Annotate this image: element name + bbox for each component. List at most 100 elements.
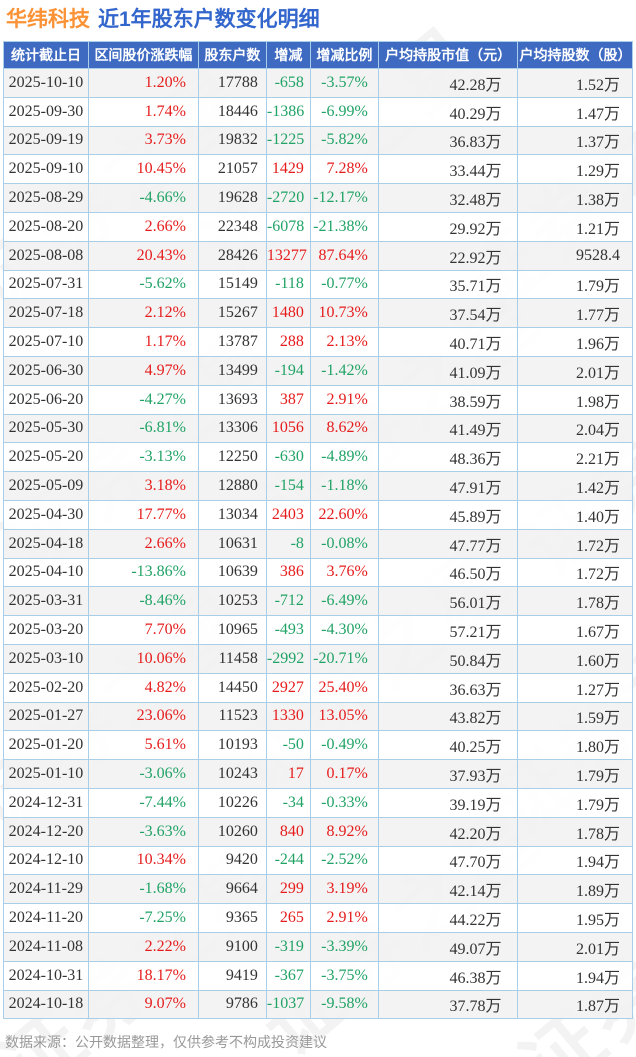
cell-holders: 11523 (197, 701, 267, 732)
table-header: 统计截止日 区间股价涨跌幅 股东户数 增减 增减比例 户均持股市值（元） 户均持股数（股） (3, 41, 633, 69)
cell-avg-market-value: 22.92万 (377, 240, 519, 271)
cell-holders: 19832 (197, 125, 267, 156)
table-row: 2024-11-29 -1.68% 9664 299 3.19% 42.14万 1.89万 (3, 874, 633, 905)
cell-price-change: 3.18% (87, 471, 199, 501)
table-row: 2025-09-30 1.74% 18446 -1386 -6.99% 40.29万 1.4… (3, 96, 633, 127)
cell-price-change: 1.17% (87, 327, 199, 357)
table-row: 2025-07-31 -5.62% 15149 -118 -0.77% 35.71万 1.7… (3, 269, 633, 300)
cell-price-change: -1.68% (87, 874, 199, 905)
column-header-avg-market-value: 户均持股市值（元） (377, 41, 519, 69)
cell-date: 2024-10-18 (3, 989, 89, 1020)
table-row: 2024-10-18 9.07% 9786 -1037 -9.58% 37.78万 1.87… (3, 989, 633, 1020)
cell-change: -2992 (265, 643, 311, 674)
cell-holders: 9365 (197, 903, 267, 933)
table-row: 2025-03-31 -8.46% 10253 -712 -6.49% 56.01万 1.7… (3, 586, 633, 617)
cell-avg-market-value: 42.20万 (377, 816, 519, 847)
cell-change: 17 (265, 759, 311, 789)
cell-change-ratio: -21.38% (309, 211, 379, 242)
table-row: 2025-01-27 23.06% 11523 1330 13.05% 43.82万 1.5… (3, 701, 633, 732)
cell-change-ratio: 2.91% (309, 903, 379, 933)
cell-avg-shares: 1.72万 (517, 557, 633, 588)
table-row: 2025-07-18 2.12% 15267 1480 10.73% 37.54万 1.77… (3, 298, 633, 329)
cell-price-change: -4.27% (87, 384, 199, 415)
cell-change: -712 (265, 586, 311, 617)
cell-change: 386 (265, 557, 311, 588)
cell-price-change: 3.73% (87, 125, 199, 156)
cell-date: 2025-05-30 (3, 413, 89, 444)
table-row: 2025-03-20 7.70% 10965 -493 -4.30% 57.21万 1.67… (3, 615, 633, 645)
cell-holders: 11458 (197, 643, 267, 674)
cell-price-change: 23.06% (87, 701, 199, 732)
cell-change: -154 (265, 471, 311, 501)
table-row: 2025-04-10 -13.86% 10639 386 3.76% 46.50万 1.72… (3, 557, 633, 588)
cell-avg-shares: 1.94万 (517, 960, 633, 991)
cell-change-ratio: 13.05% (309, 701, 379, 732)
cell-date: 2025-06-30 (3, 355, 89, 386)
cell-change-ratio: -3.75% (309, 960, 379, 991)
cell-avg-shares: 2.01万 (517, 931, 633, 962)
cell-date: 2025-05-09 (3, 471, 89, 501)
cell-holders: 12250 (197, 442, 267, 473)
cell-holders: 12880 (197, 471, 267, 501)
table-row: 2025-03-10 10.06% 11458 -2992 -20.71% 50.84万 1… (3, 643, 633, 674)
cell-date: 2025-10-10 (3, 68, 89, 98)
cell-price-change: -7.44% (87, 787, 199, 818)
cell-change-ratio: 2.13% (309, 327, 379, 357)
cell-date: 2025-07-18 (3, 298, 89, 329)
cell-holders: 22348 (197, 211, 267, 242)
cell-change-ratio: -12.17% (309, 183, 379, 213)
cell-price-change: 18.17% (87, 960, 199, 991)
cell-avg-market-value: 47.77万 (377, 528, 519, 559)
cell-change-ratio: 0.17% (309, 759, 379, 789)
table-row: 2025-02-20 4.82% 14450 2927 25.40% 36.63万 1.27… (3, 672, 633, 703)
cell-date: 2025-01-20 (3, 730, 89, 761)
page-title: 华纬科技 近1年股东户数变化明细 (0, 0, 636, 41)
cell-price-change: 4.97% (87, 355, 199, 386)
column-header-holders: 股东户数 (197, 41, 267, 69)
cell-date: 2025-03-10 (3, 643, 89, 674)
cell-change-ratio: 22.60% (309, 499, 379, 530)
cell-date: 2024-12-31 (3, 787, 89, 818)
cell-change-ratio: 8.62% (309, 413, 379, 444)
table-row: 2025-05-20 -3.13% 12250 -630 -4.89% 48.36万 2.2… (3, 442, 633, 473)
cell-change-ratio: -0.49% (309, 730, 379, 761)
cell-change-ratio: 7.28% (309, 154, 379, 185)
cell-holders: 21057 (197, 154, 267, 185)
column-header-change: 增减 (265, 41, 311, 69)
cell-price-change: 1.74% (87, 96, 199, 127)
cell-avg-shares: 1.95万 (517, 903, 633, 933)
cell-avg-shares: 1.21万 (517, 211, 633, 242)
cell-holders: 10260 (197, 816, 267, 847)
cell-change: -2720 (265, 183, 311, 213)
cell-change-ratio: -1.18% (309, 471, 379, 501)
table-row: 2025-06-30 4.97% 13499 -194 -1.42% 41.09万 2.01… (3, 355, 633, 386)
cell-date: 2024-12-20 (3, 816, 89, 847)
cell-date: 2025-07-31 (3, 269, 89, 300)
cell-change: -6078 (265, 211, 311, 242)
cell-date: 2024-10-31 (3, 960, 89, 991)
table-row: 2025-05-09 3.18% 12880 -154 -1.18% 47.91万 1.42… (3, 471, 633, 501)
cell-date: 2024-11-08 (3, 931, 89, 962)
cell-date: 2025-09-10 (3, 154, 89, 185)
cell-avg-shares: 1.37万 (517, 125, 633, 156)
cell-date: 2025-04-18 (3, 528, 89, 559)
cell-change: -1225 (265, 125, 311, 156)
cell-price-change: 20.43% (87, 240, 199, 271)
cell-change: 265 (265, 903, 311, 933)
data-source-note: 数据来源：公开数据整理，仅供参考不构成投资建议 (5, 1034, 327, 1051)
cell-price-change: 10.06% (87, 643, 199, 674)
cell-avg-shares: 2.01万 (517, 355, 633, 386)
cell-holders: 14450 (197, 672, 267, 703)
cell-avg-market-value: 33.44万 (377, 154, 519, 185)
cell-price-change: 2.66% (87, 528, 199, 559)
cell-avg-shares: 1.78万 (517, 586, 633, 617)
cell-avg-shares: 1.80万 (517, 730, 633, 761)
cell-price-change: 2.22% (87, 931, 199, 962)
cell-date: 2024-12-10 (3, 845, 89, 876)
cell-avg-shares: 1.27万 (517, 672, 633, 703)
cell-holders: 13693 (197, 384, 267, 415)
table-row: 2024-12-10 10.34% 9420 -244 -2.52% 47.70万 1.94… (3, 845, 633, 876)
cell-price-change: 1.20% (87, 68, 199, 98)
table-row: 2024-10-31 18.17% 9419 -367 -3.75% 46.38万 1.94… (3, 960, 633, 991)
cell-date: 2025-09-30 (3, 96, 89, 127)
